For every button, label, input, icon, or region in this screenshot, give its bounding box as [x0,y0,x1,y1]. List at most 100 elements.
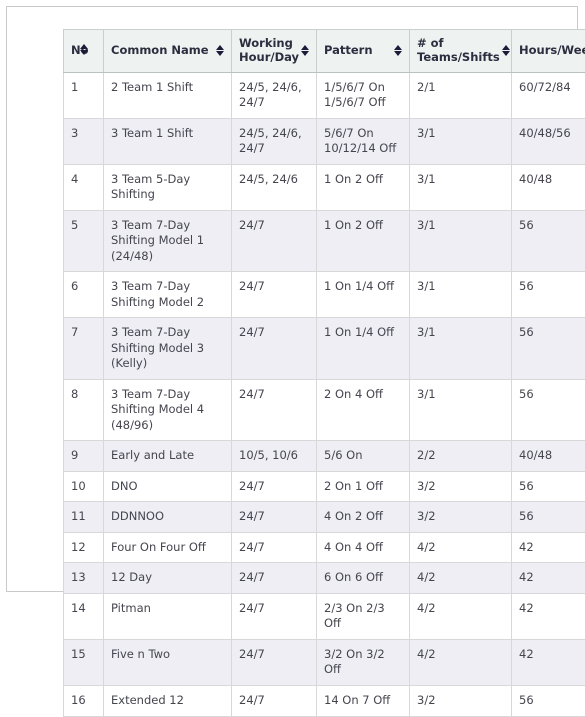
cell-pattern: 3/2 On 3/2 Off [317,639,410,685]
cell-no: 15 [64,639,104,685]
cell-name: 3 Team 7-Day Shifting Model 3 (Kelly) [104,318,232,380]
cell-hours: 24/5, 24/6, 24/7 [232,72,317,118]
shift-schedule-table: No Common Name Working Hour/Day [63,29,585,717]
cell-no: 5 [64,210,104,272]
column-header-pattern[interactable]: Pattern [317,30,410,73]
cell-week: 40/48 [512,164,585,210]
cell-week: 60/72/84 [512,72,585,118]
cell-name: Early and Late [104,441,232,472]
cell-no: 14 [64,593,104,639]
cell-name: 3 Team 7-Day Shifting Model 2 [104,272,232,318]
cell-hours: 24/7 [232,210,317,272]
table-row: 15Five n Two24/73/2 On 3/2 Off4/242 [64,639,585,685]
sort-updown-icon[interactable] [216,44,225,57]
table-row: 14Pitman24/72/3 On 2/3 Off4/242 [64,593,585,639]
column-header-no[interactable]: No [64,30,104,73]
cell-pattern: 1 On 2 Off [317,164,410,210]
cell-pattern: 1/5/6/7 On 1/5/6/7 Off [317,72,410,118]
cell-name: 3 Team 1 Shift [104,118,232,164]
cell-week: 56 [512,210,585,272]
cell-teams: 3/2 [410,471,512,502]
cell-pattern: 6 On 6 Off [317,563,410,594]
cell-no: 13 [64,563,104,594]
cell-hours: 24/7 [232,593,317,639]
cell-week: 56 [512,686,585,717]
cell-week: 56 [512,318,585,380]
cell-hours: 24/7 [232,379,317,441]
column-header-common-name[interactable]: Common Name [104,30,232,73]
cell-name: Five n Two [104,639,232,685]
cell-no: 4 [64,164,104,210]
column-header-teams-shifts-label: # of Teams/Shifts [417,37,500,65]
cell-teams: 3/2 [410,686,512,717]
table-row: 43 Team 5-Day Shifting24/5, 24/61 On 2 O… [64,164,585,210]
table-body: 12 Team 1 Shift24/5, 24/6, 24/71/5/6/7 O… [64,72,585,716]
cell-no: 16 [64,686,104,717]
cell-pattern: 1 On 2 Off [317,210,410,272]
table-row: 53 Team 7-Day Shifting Model 1 (24/48)24… [64,210,585,272]
cell-no: 8 [64,379,104,441]
cell-hours: 24/7 [232,502,317,533]
column-header-common-name-label: Common Name [111,44,209,58]
cell-name: 3 Team 5-Day Shifting [104,164,232,210]
cell-pattern: 4 On 2 Off [317,502,410,533]
cell-teams: 4/2 [410,593,512,639]
cell-week: 56 [512,471,585,502]
cell-hours: 24/7 [232,272,317,318]
sort-updown-icon[interactable] [502,44,511,57]
cell-week: 42 [512,532,585,563]
table-row: 11DDNNOO24/74 On 2 Off3/256 [64,502,585,533]
cell-week: 56 [512,379,585,441]
cell-hours: 24/7 [232,686,317,717]
column-header-hours-week-label: Hours/Week [519,44,585,58]
cell-pattern: 2 On 4 Off [317,379,410,441]
column-header-teams-shifts[interactable]: # of Teams/Shifts [410,30,512,73]
cell-name: 3 Team 7-Day Shifting Model 1 (24/48) [104,210,232,272]
cell-no: 3 [64,118,104,164]
table-row: 9Early and Late10/5, 10/65/6 On2/240/48 [64,441,585,472]
cell-name: 12 Day [104,563,232,594]
sort-updown-icon[interactable] [301,44,310,57]
table-row: 33 Team 1 Shift24/5, 24/6, 24/75/6/7 On … [64,118,585,164]
cell-teams: 3/1 [410,272,512,318]
table-row: 63 Team 7-Day Shifting Model 224/71 On 1… [64,272,585,318]
table-header-row: No Common Name Working Hour/Day [64,30,585,73]
table-row: 73 Team 7-Day Shifting Model 3 (Kelly)24… [64,318,585,380]
sort-updown-icon[interactable] [80,43,89,56]
cell-pattern: 5/6 On [317,441,410,472]
cell-hours: 24/7 [232,639,317,685]
cell-pattern: 14 On 7 Off [317,686,410,717]
cell-name: DNO [104,471,232,502]
cell-name: 2 Team 1 Shift [104,72,232,118]
cell-pattern: 1 On 1/4 Off [317,272,410,318]
table-row: 10DNO24/72 On 1 Off3/256 [64,471,585,502]
column-header-working-hour-day-label: Working Hour/Day [239,37,299,65]
cell-teams: 3/1 [410,379,512,441]
cell-hours: 24/7 [232,532,317,563]
table-row: 83 Team 7-Day Shifting Model 4 (48/96)24… [64,379,585,441]
cell-hours: 24/5, 24/6, 24/7 [232,118,317,164]
cell-teams: 2/1 [410,72,512,118]
column-header-hours-week[interactable]: Hours/Week [512,30,585,73]
table-row: 12 Team 1 Shift24/5, 24/6, 24/71/5/6/7 O… [64,72,585,118]
column-header-pattern-label: Pattern [324,44,373,58]
cell-teams: 3/1 [410,164,512,210]
column-header-working-hour-day[interactable]: Working Hour/Day [232,30,317,73]
cell-hours: 24/5, 24/6 [232,164,317,210]
sort-updown-icon[interactable] [394,44,403,57]
cell-teams: 2/2 [410,441,512,472]
cell-hours: 24/7 [232,563,317,594]
cell-pattern: 2 On 1 Off [317,471,410,502]
table-row: 1312 Day24/76 On 6 Off4/242 [64,563,585,594]
cell-hours: 24/7 [232,471,317,502]
cell-no: 1 [64,72,104,118]
cell-hours: 24/7 [232,318,317,380]
cell-no: 6 [64,272,104,318]
cell-week: 42 [512,639,585,685]
cell-pattern: 4 On 4 Off [317,532,410,563]
cell-no: 12 [64,532,104,563]
cell-no: 11 [64,502,104,533]
cell-no: 7 [64,318,104,380]
cell-week: 56 [512,502,585,533]
cell-name: Pitman [104,593,232,639]
